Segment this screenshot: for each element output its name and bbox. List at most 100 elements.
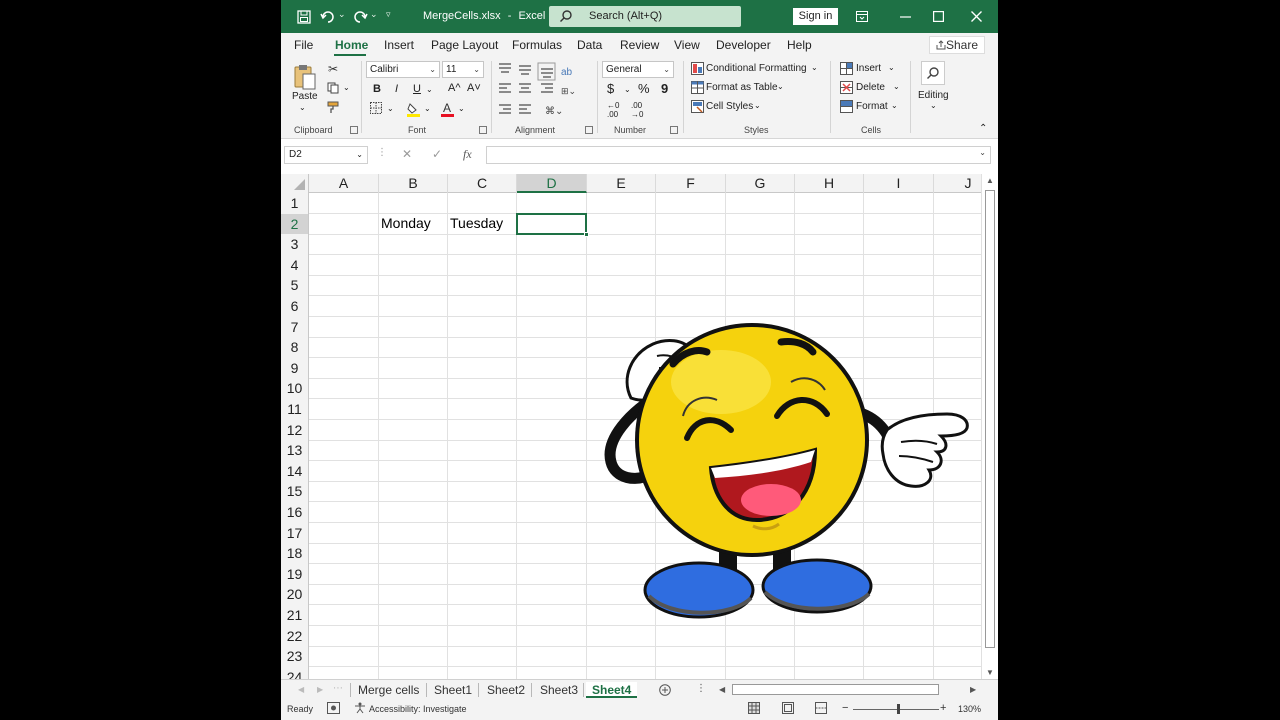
redo-icon[interactable] xyxy=(351,8,369,26)
paste-dropdown-icon[interactable]: ⌄ xyxy=(299,103,306,112)
cell-c2[interactable]: Tuesday xyxy=(450,215,503,231)
row-header[interactable]: 12 xyxy=(281,419,309,441)
prev-sheet-icon[interactable]: ◀ xyxy=(298,685,304,694)
page-layout-view-icon[interactable] xyxy=(782,702,794,716)
select-all-button[interactable] xyxy=(281,174,309,193)
underline-dropdown-icon[interactable]: ⌄ xyxy=(426,85,433,94)
number-launcher-icon[interactable] xyxy=(670,126,678,134)
horizontal-scroll-thumb[interactable] xyxy=(732,684,939,695)
sheet-tab-sheet1[interactable]: Sheet1 xyxy=(434,682,472,698)
underline-button[interactable]: U xyxy=(413,83,421,95)
currency-dropdown-icon[interactable]: ⌄ xyxy=(624,85,631,94)
delete-cells-button[interactable]: Delete xyxy=(856,82,885,93)
add-sheet-icon[interactable] xyxy=(658,683,672,697)
accessibility-icon[interactable] xyxy=(354,702,366,716)
cancel-entry-icon[interactable]: ✕ xyxy=(402,147,412,161)
row-header[interactable]: 5 xyxy=(281,275,309,296)
column-header-h[interactable]: H xyxy=(795,174,864,193)
chevron-down-icon[interactable]: ⌄ xyxy=(754,101,761,110)
scroll-right-icon[interactable]: ▶ xyxy=(970,685,976,694)
find-icon[interactable] xyxy=(921,61,945,85)
alignment-launcher-icon[interactable] xyxy=(585,126,593,134)
zoom-out-icon[interactable]: − xyxy=(842,702,848,714)
active-cell-d2[interactable] xyxy=(516,213,589,237)
column-header-e[interactable]: E xyxy=(587,174,656,193)
page-break-view-icon[interactable] xyxy=(815,702,827,716)
expand-formula-bar-icon[interactable]: ⌄ xyxy=(979,148,986,157)
number-format-combo[interactable]: General ⌄ xyxy=(602,61,674,78)
column-header-a[interactable]: A xyxy=(309,174,379,193)
smiling-emoji-picture[interactable] xyxy=(601,322,973,622)
row-header[interactable]: 3 xyxy=(281,234,309,255)
decrease-decimal-icon[interactable]: .00 →0 xyxy=(631,101,643,119)
currency-button[interactable]: $ xyxy=(607,81,614,96)
formula-input[interactable]: ⌄ xyxy=(486,146,991,164)
macro-record-icon[interactable] xyxy=(327,702,340,716)
cut-icon[interactable]: ✂ xyxy=(325,62,341,76)
vertical-scroll-thumb[interactable] xyxy=(985,190,995,648)
row-header[interactable]: 9 xyxy=(281,357,309,379)
column-header-d[interactable]: D xyxy=(517,174,587,193)
column-header-c[interactable]: C xyxy=(448,174,517,193)
tab-data[interactable]: Data xyxy=(577,38,602,52)
maximize-icon[interactable] xyxy=(923,5,953,27)
row-header[interactable]: 2 xyxy=(281,213,309,235)
conditional-formatting-icon[interactable] xyxy=(690,61,704,75)
tab-help[interactable]: Help xyxy=(787,38,812,52)
row-header[interactable]: 22 xyxy=(281,625,309,647)
sign-in-button[interactable]: Sign in xyxy=(793,8,838,25)
clipboard-launcher-icon[interactable] xyxy=(350,126,358,134)
chevron-down-icon[interactable]: ⌄ xyxy=(888,63,895,72)
next-sheet-icon[interactable]: ▶ xyxy=(317,685,323,694)
column-header-b[interactable]: B xyxy=(379,174,448,193)
tab-formulas[interactable]: Formulas xyxy=(512,38,562,52)
normal-view-icon[interactable] xyxy=(748,702,760,716)
row-header[interactable]: 8 xyxy=(281,337,309,358)
comma-button[interactable]: 9 xyxy=(661,81,668,96)
scroll-down-icon[interactable]: ▼ xyxy=(986,668,994,677)
redo-dropdown-icon[interactable]: ⌄ xyxy=(370,9,378,20)
name-box[interactable]: D2 ⌄ xyxy=(284,146,368,164)
ribbon-display-icon[interactable] xyxy=(847,5,877,27)
accessibility-status[interactable]: Accessibility: Investigate xyxy=(369,704,467,714)
font-size-combo[interactable]: 11 ⌄ xyxy=(442,61,484,78)
vertical-scrollbar[interactable]: ▲ ▼ xyxy=(981,174,998,682)
format-as-table-button[interactable]: Format as Table xyxy=(706,82,778,93)
confirm-entry-icon[interactable]: ✓ xyxy=(432,147,442,161)
row-header[interactable]: 1 xyxy=(281,193,309,214)
tab-review[interactable]: Review xyxy=(620,38,659,52)
borders-dropdown-icon[interactable]: ⌄ xyxy=(387,104,394,113)
format-as-table-icon[interactable] xyxy=(690,80,704,94)
tab-file[interactable]: File xyxy=(294,38,313,52)
tab-home[interactable]: Home xyxy=(335,38,368,52)
font-color-icon[interactable]: A xyxy=(440,100,454,117)
font-name-combo[interactable]: Calibri ⌄ xyxy=(366,61,440,78)
customize-toolbar-icon[interactable]: ▿ xyxy=(386,9,391,20)
fill-handle[interactable] xyxy=(584,232,589,237)
paste-icon[interactable] xyxy=(292,63,318,91)
chevron-down-icon[interactable]: ⌄ xyxy=(811,63,818,72)
row-header[interactable]: 24 xyxy=(281,666,309,679)
row-header[interactable]: 14 xyxy=(281,460,309,482)
increase-font-button[interactable]: A^ xyxy=(448,82,461,94)
sheet-tab-sheet3[interactable]: Sheet3 xyxy=(540,682,578,698)
column-header-i[interactable]: I xyxy=(864,174,934,193)
percent-button[interactable]: % xyxy=(638,81,650,96)
collapse-ribbon-icon[interactable]: ⌃ xyxy=(979,123,987,134)
column-header-g[interactable]: G xyxy=(726,174,795,193)
tab-split-icon[interactable]: ⋮ xyxy=(696,683,706,694)
chevron-down-icon[interactable]: ⌄ xyxy=(930,101,937,110)
row-header[interactable]: 18 xyxy=(281,543,309,564)
italic-button[interactable]: I xyxy=(395,83,398,95)
tab-insert[interactable]: Insert xyxy=(384,38,414,52)
sheet-tab-sheet4[interactable]: Sheet4 xyxy=(586,682,638,698)
editing-button[interactable]: Editing xyxy=(918,90,949,101)
chevron-down-icon[interactable]: ⌄ xyxy=(777,82,784,91)
cell-styles-button[interactable]: Cell Styles xyxy=(706,101,753,112)
row-header[interactable]: 13 xyxy=(281,440,309,461)
close-icon[interactable] xyxy=(961,5,991,27)
tab-developer[interactable]: Developer xyxy=(716,38,771,52)
column-header-j[interactable]: J xyxy=(934,174,981,193)
row-header[interactable]: 21 xyxy=(281,605,309,626)
bold-button[interactable]: B xyxy=(373,83,381,95)
